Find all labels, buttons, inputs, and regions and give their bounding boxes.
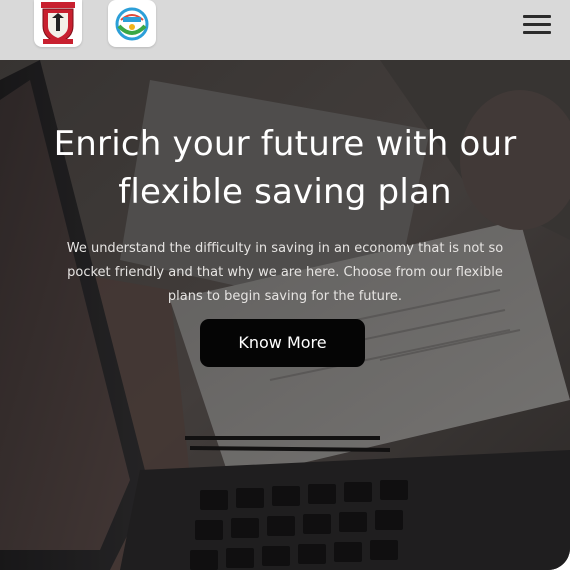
know-more-button[interactable]: Know More xyxy=(200,319,365,367)
school-crest-logo[interactable] xyxy=(34,0,82,47)
menu-bar xyxy=(523,23,551,26)
menu-bar xyxy=(523,31,551,34)
menu-bar xyxy=(523,15,551,18)
hero-section: Enrich your future with our flexible sav… xyxy=(0,60,570,570)
site-header xyxy=(0,0,570,60)
hero-title: Enrich your future with our flexible sav… xyxy=(53,124,517,212)
school-crest-logo-graphic xyxy=(41,2,75,44)
page-frame: Enrich your future with our flexible sav… xyxy=(0,0,570,570)
hamburger-menu-icon[interactable] xyxy=(523,12,551,34)
hero-description: We understand the difficulty in saving i… xyxy=(66,241,504,304)
circular-emblem-logo-graphic xyxy=(115,7,149,41)
circular-emblem-logo[interactable] xyxy=(108,0,156,47)
